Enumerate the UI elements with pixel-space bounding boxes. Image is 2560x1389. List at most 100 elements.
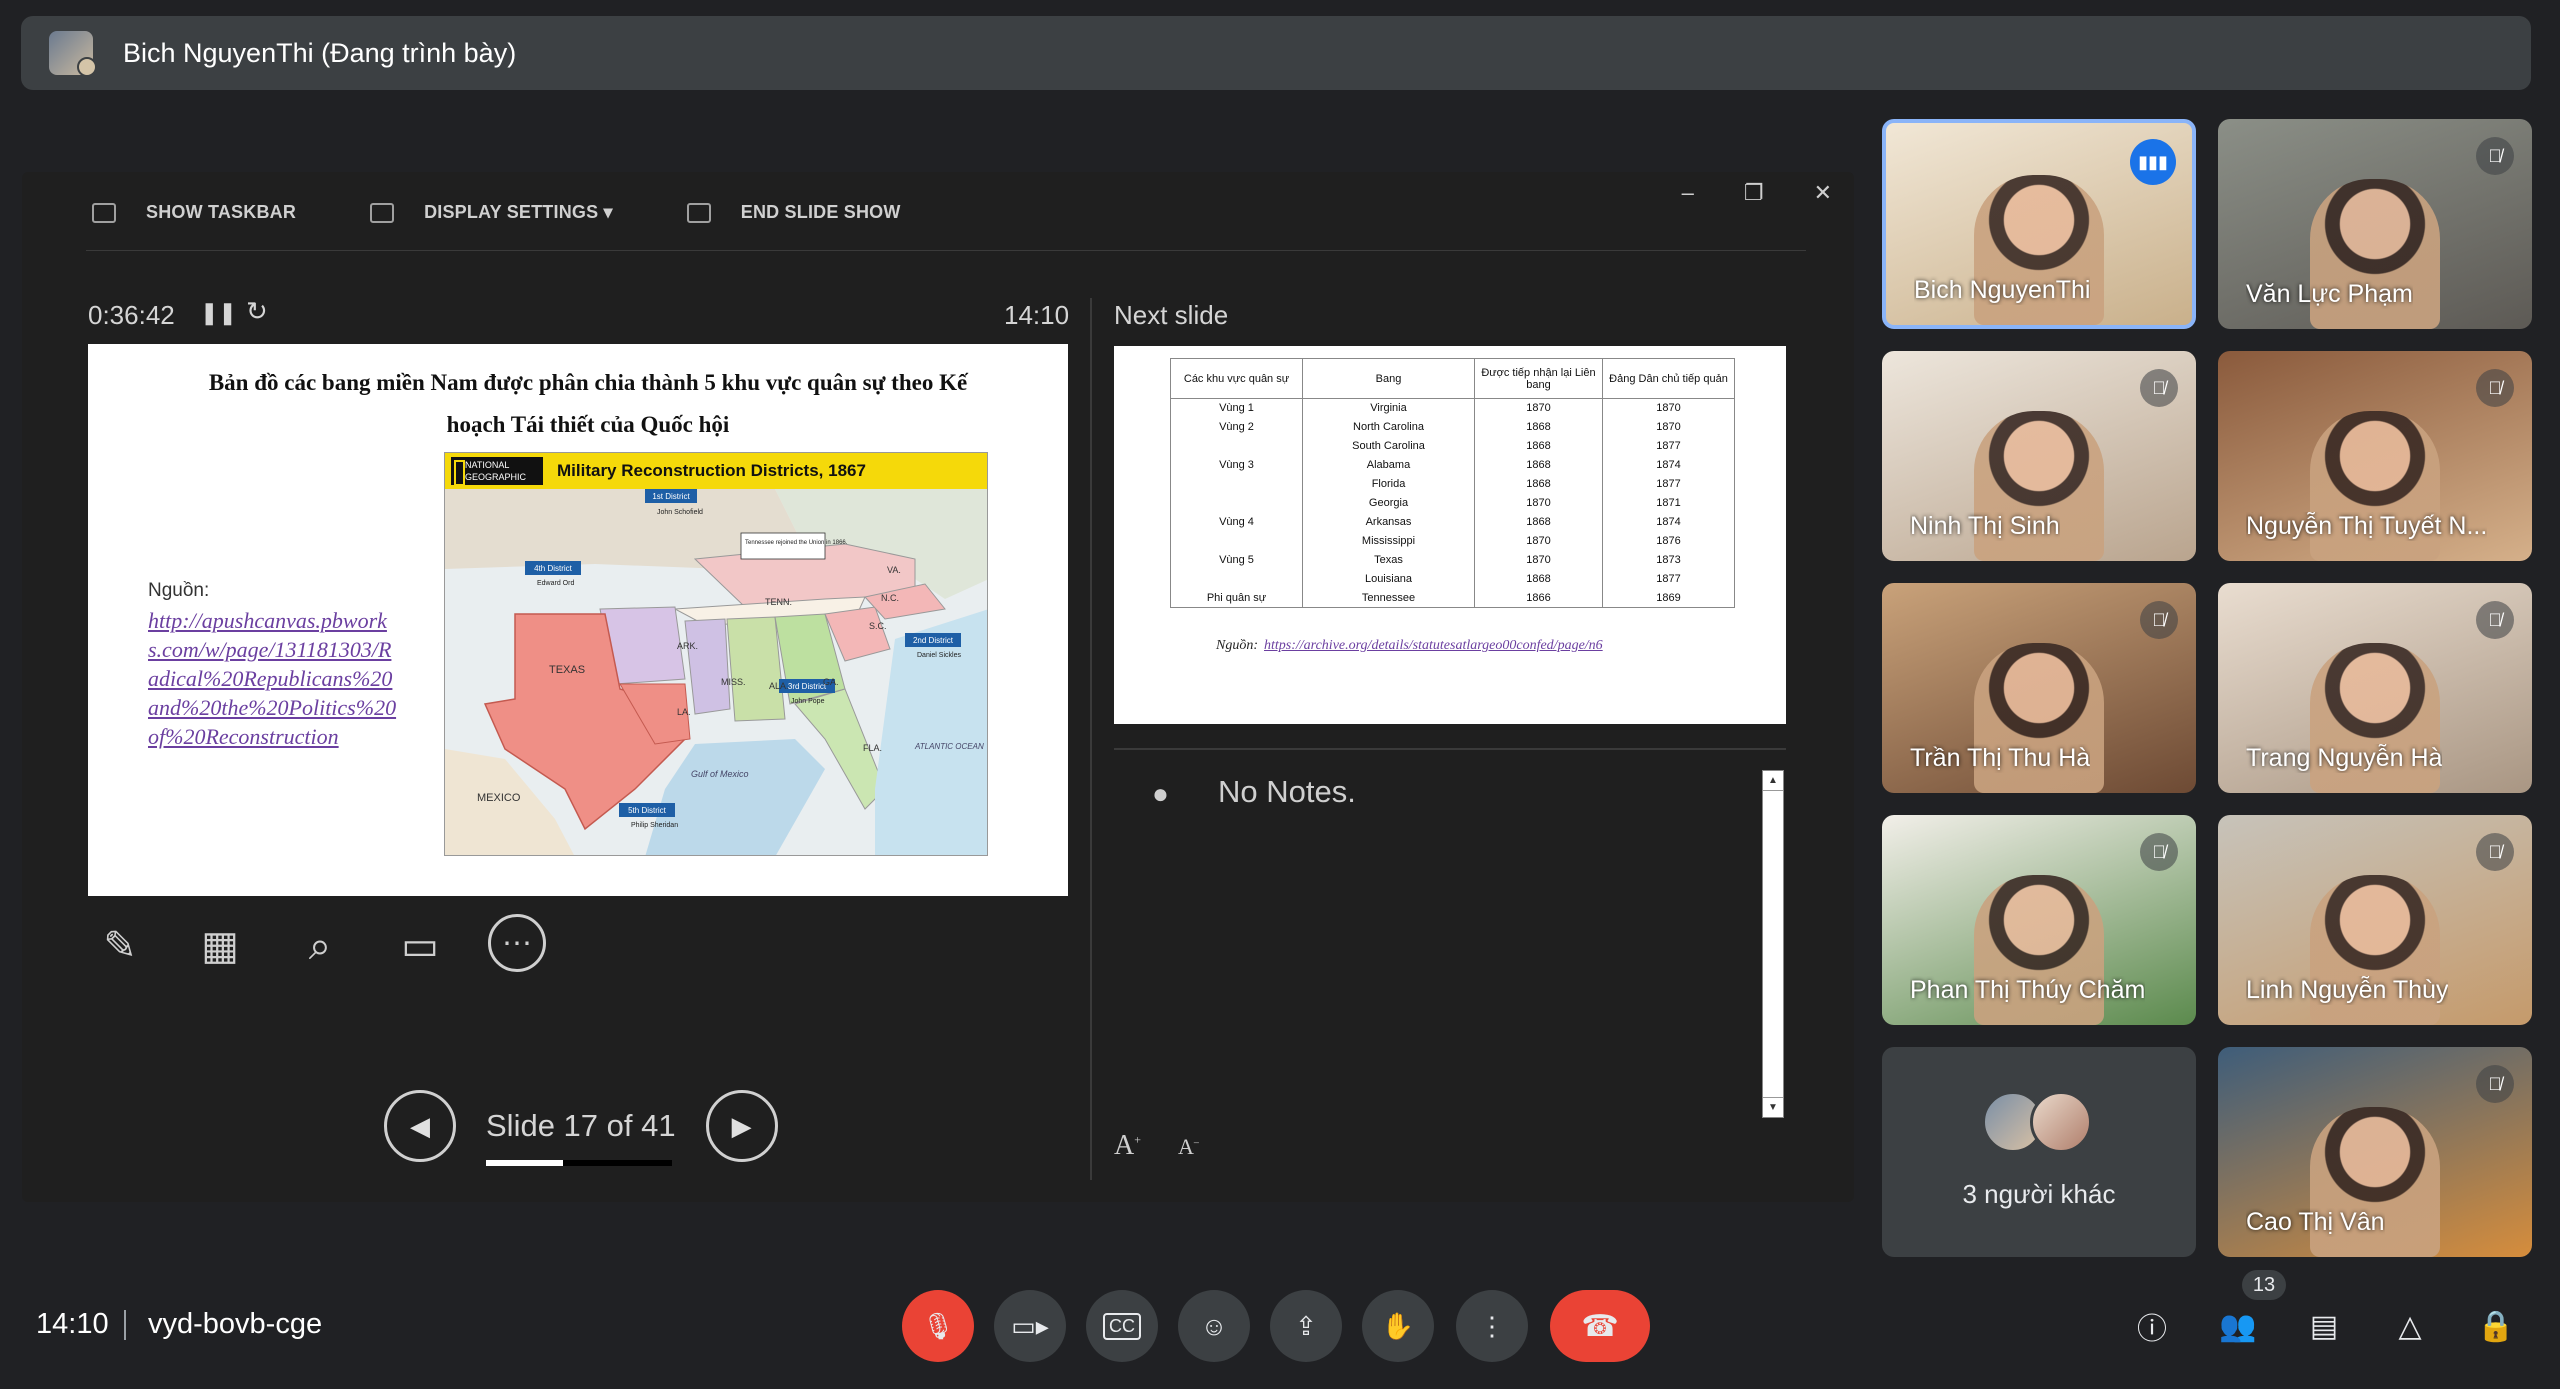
show-taskbar-button[interactable]: SHOW TASKBAR (92, 202, 296, 223)
slide-navigation: ◀ Slide 17 of 41 ▶ (384, 1090, 778, 1166)
next-source-link[interactable]: https://archive.org/details/statutesatla… (1264, 638, 1603, 653)
table-cell: Tennessee (1302, 588, 1475, 608)
reactions-button[interactable]: ☺ (1178, 1290, 1250, 1362)
decrease-font-icon[interactable]: A– (1178, 1134, 1199, 1160)
map-title: Military Reconstruction Districts, 1867 (557, 461, 866, 480)
map-label-d3: 3rd District (788, 682, 827, 691)
table-cell: 1869 (1602, 588, 1735, 608)
next-slide-table: Các khu vực quân sự Bang Được tiếp nhận lạ… (1170, 358, 1735, 608)
map-label-gulf: Gulf of Mexico (691, 769, 749, 779)
map-label-d2-cmd: Daniel Sickles (917, 652, 961, 659)
reset-timer-icon[interactable]: ↻ (246, 296, 268, 327)
more-options-icon[interactable]: ⋯ (488, 914, 546, 972)
map-graphic: 1st District John Schofield 4th District… (445, 489, 987, 855)
participant-tile[interactable]: 🎙̸ Ninh Thị Sinh (1882, 351, 2196, 561)
chat-button[interactable]: ▤ (2298, 1300, 2350, 1352)
table-row: Phi quân sự Tennessee 1866 1869 (1170, 588, 1735, 608)
present-screen-icon: ⇪ (1295, 1310, 1317, 1341)
participant-tile[interactable]: 🎙̸ Văn Lực Phạm (2218, 119, 2532, 329)
participant-tile[interactable]: ▮▮▮ Bich NguyenThi (1882, 119, 2196, 329)
camera-button[interactable]: ▭▸ (994, 1290, 1066, 1362)
table-cell: 1876 (1602, 531, 1735, 551)
captions-icon: CC (1103, 1312, 1141, 1340)
map-label-tn-note: Tennessee rejoined the Union in 1866. (745, 540, 848, 546)
captions-button[interactable]: CC (1086, 1290, 1158, 1362)
scroll-down-arrow-icon[interactable]: ▼ (1763, 1097, 1783, 1117)
table-header: Được tiếp nhận lại Liên bang (1474, 358, 1603, 399)
zoom-icon[interactable]: ⌕ (288, 914, 352, 978)
window-controls: – ❐ ✕ (1682, 180, 1832, 206)
map-label-ga: GA. (823, 677, 839, 687)
table-cell: 1868 (1474, 569, 1603, 589)
speaking-indicator-icon: ▮▮▮ (2130, 139, 2176, 185)
participant-tile[interactable]: 🎙̸ Trần Thị Thu Hà (1882, 583, 2196, 793)
current-slide: Bản đồ các bang miền Nam được phân chia … (88, 344, 1068, 896)
table-cell: Georgia (1302, 493, 1475, 513)
close-icon[interactable]: ✕ (1814, 180, 1832, 206)
slide-counter-text: Slide 17 of 41 (486, 1108, 676, 1143)
mic-off-button[interactable]: 🎙 (902, 1290, 974, 1362)
table-header: Bang (1302, 358, 1475, 399)
slide-title: Bản đồ các bang miền Nam được phân chia … (208, 370, 968, 437)
other-participants-tile[interactable]: 3 người khác (1882, 1047, 2196, 1257)
map-label-ala: ALA. (769, 681, 789, 691)
map-label-d4-cmd: Edward Ord (537, 580, 574, 587)
increase-font-icon[interactable]: A+ (1114, 1130, 1141, 1162)
other-participants-label: 3 người khác (1962, 1179, 2116, 1209)
presenter-bar: Bich NguyenThi (Đang trình bày) (21, 16, 2531, 90)
minimize-icon[interactable]: – (1682, 180, 1694, 206)
meeting-details-button[interactable]: ⓘ (2126, 1300, 2178, 1352)
participant-tile[interactable]: 🎙̸ Phan Thị Thúy Chăm (1882, 815, 2196, 1025)
pane-divider[interactable] (1090, 298, 1092, 1180)
pen-tool-icon[interactable]: ✎ (88, 914, 152, 978)
display-settings-icon (370, 202, 395, 223)
mic-off-icon: 🎙̸ (2476, 1065, 2514, 1103)
participant-name: Trần Thị Thu Hà (1910, 744, 2091, 772)
table-cell: 1877 (1602, 474, 1735, 494)
taskbar-icon (92, 202, 116, 223)
people-icon: 👥 (2219, 1309, 2257, 1343)
table-cell: 1868 (1474, 512, 1603, 532)
raise-hand-button[interactable]: ✋ (1362, 1290, 1434, 1362)
next-slide-label: Next slide (1114, 300, 1229, 330)
host-controls-button[interactable]: 🔒 (2470, 1300, 2522, 1352)
previous-slide-button[interactable]: ◀ (384, 1090, 456, 1162)
end-slide-show-label: END SLIDE SHOW (740, 202, 901, 222)
people-button[interactable]: 👥 (2212, 1300, 2264, 1352)
source-link[interactable]: http://apushcanvas.pbworks.com/w/page/13… (148, 606, 398, 751)
map-label-nc: N.C. (881, 593, 899, 603)
table-cell: Vùng 1 (1170, 398, 1303, 418)
scroll-up-arrow-icon[interactable]: ▲ (1763, 771, 1783, 791)
table-row: Florida 1868 1877 (1170, 474, 1735, 494)
restore-icon[interactable]: ❐ (1744, 180, 1764, 206)
display-settings-button[interactable]: DISPLAY SETTINGS ▾ (370, 202, 613, 223)
next-slide-button[interactable]: ▶ (705, 1090, 778, 1162)
activities-button[interactable]: △ (2384, 1300, 2436, 1352)
table-cell (1170, 569, 1303, 589)
see-all-slides-icon[interactable]: ▦ (188, 914, 252, 978)
people-count-badge: 13 (2242, 1270, 2286, 1300)
pause-icon[interactable]: ❚❚ (200, 300, 237, 326)
table-cell: Alabama (1302, 455, 1475, 475)
table-row: Louisiana 1868 1877 (1170, 569, 1735, 589)
present-button[interactable]: ⇪ (1270, 1290, 1342, 1362)
participant-tile[interactable]: 🎙̸ Cao Thị Vân (2218, 1047, 2532, 1257)
participant-tile[interactable]: 🎙̸ Linh Nguyễn Thùy (2218, 815, 2532, 1025)
more-options-button[interactable]: ⋮ (1456, 1290, 1528, 1362)
mic-off-icon: 🎙̸ (2476, 833, 2514, 871)
table-cell (1170, 474, 1303, 494)
black-screen-icon[interactable]: ▭ (388, 914, 452, 978)
presenter-avatar (49, 31, 97, 77)
map-label-atlantic: ATLANTIC OCEAN (914, 742, 984, 751)
participant-tile[interactable]: 🎙̸ Trang Nguyễn Hà (2218, 583, 2532, 793)
participant-tile[interactable]: 🎙̸ Nguyễn Thị Tuyết N... (2218, 351, 2532, 561)
leave-call-button[interactable]: ☎ (1550, 1290, 1650, 1362)
source-label: Nguồn: (148, 580, 210, 601)
map-label-mexico: MEXICO (477, 792, 521, 804)
notes-scrollbar[interactable]: ▲ ▼ (1762, 770, 1784, 1118)
table-cell: 1868 (1474, 455, 1603, 475)
table-row: Vùng 3 Alabama 1868 1874 (1170, 455, 1735, 475)
show-taskbar-label: SHOW TASKBAR (146, 202, 297, 222)
mic-off-icon: 🎙̸ (2140, 601, 2178, 639)
end-slide-show-button[interactable]: END SLIDE SHOW (686, 202, 901, 223)
